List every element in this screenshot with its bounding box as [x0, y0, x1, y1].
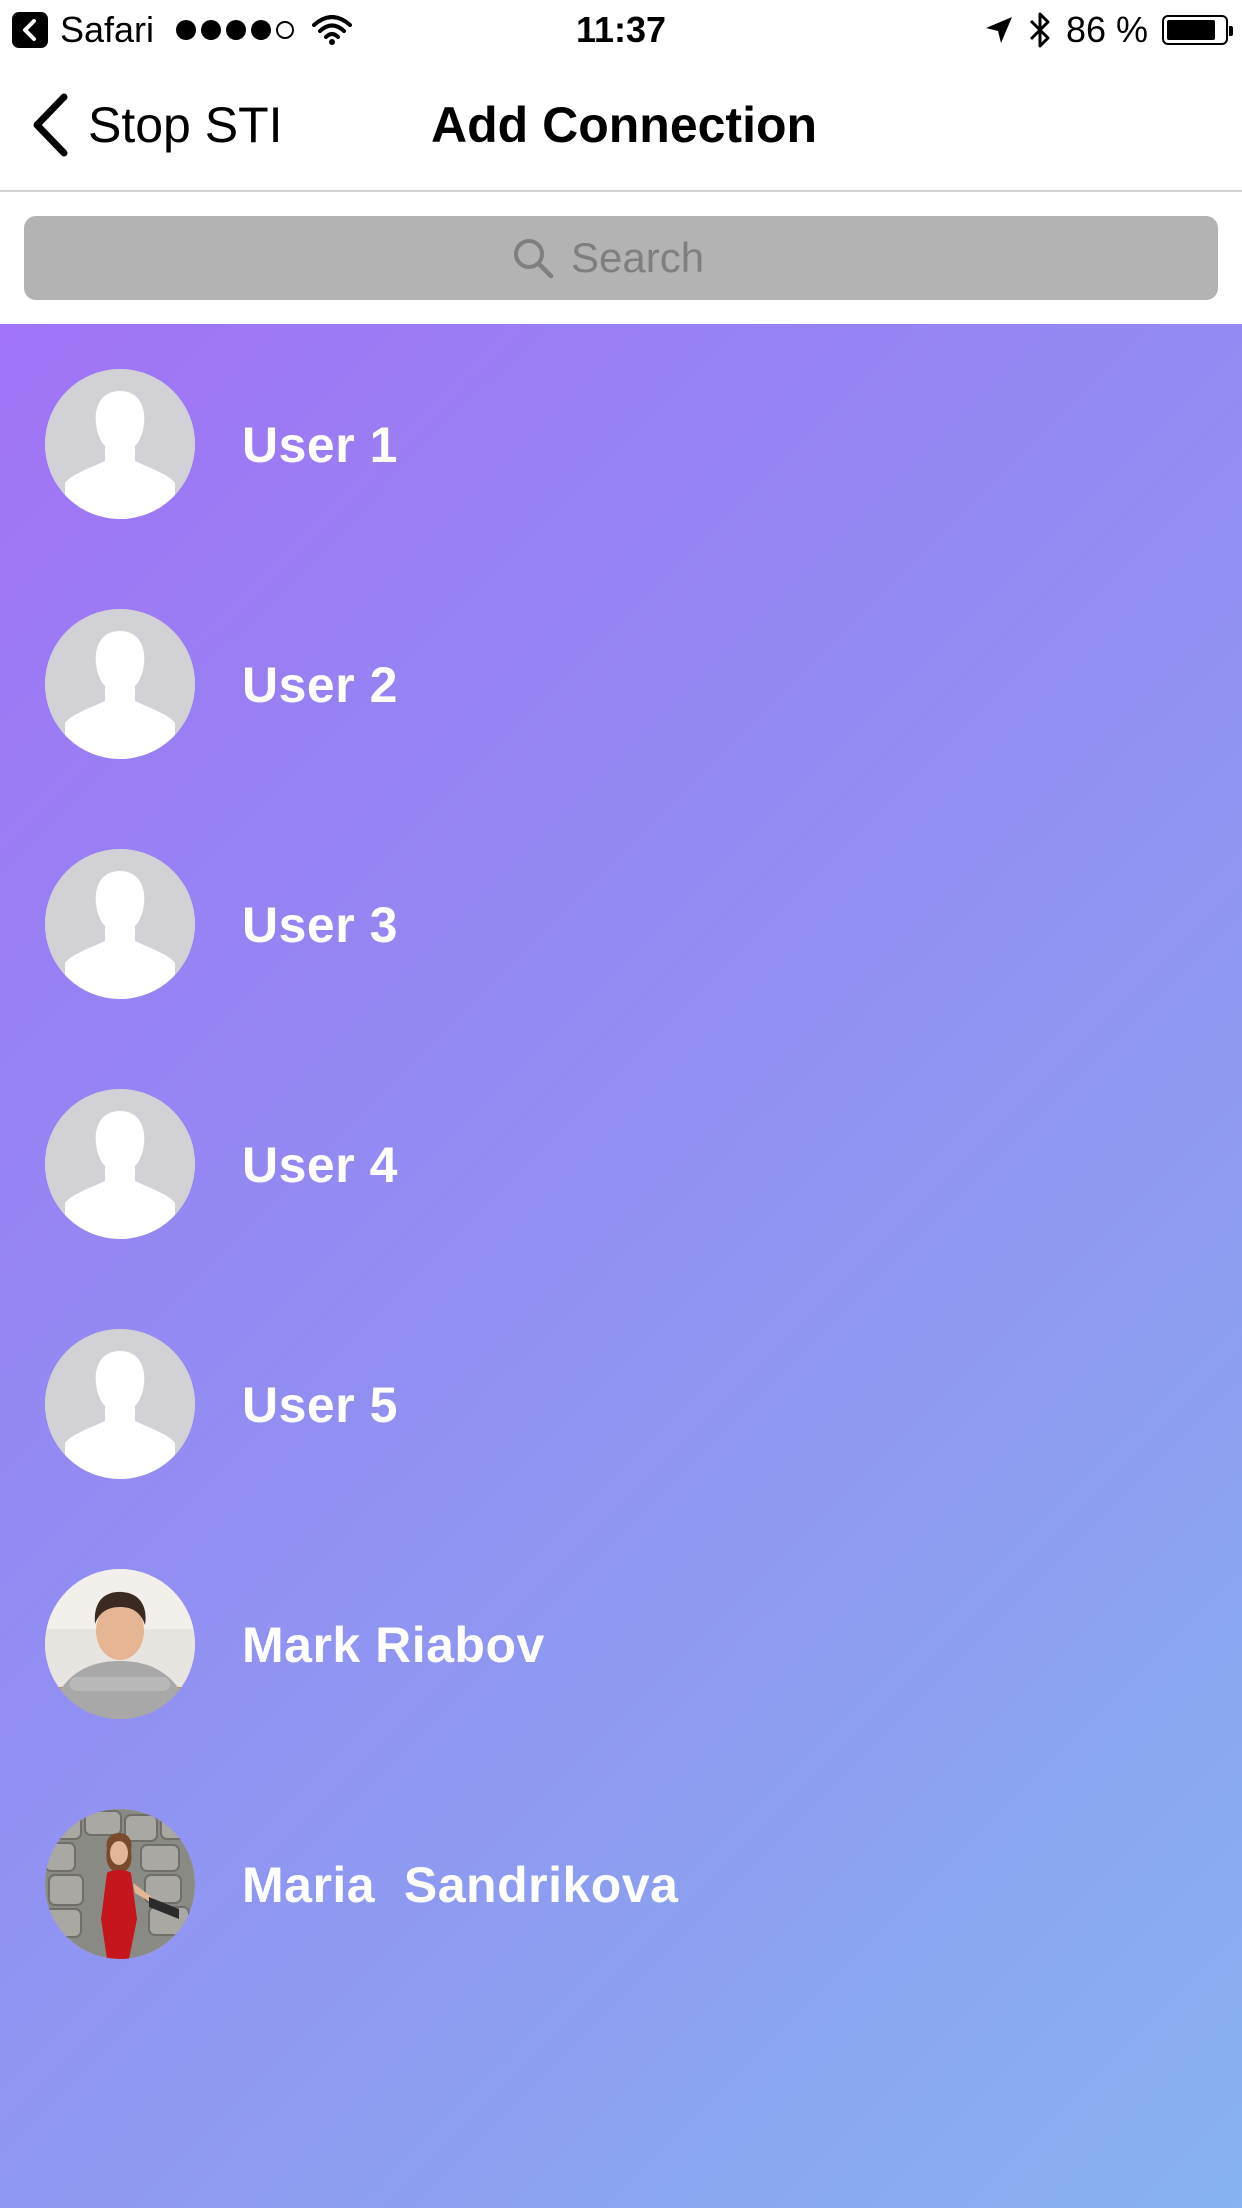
back-button[interactable]: Stop STI: [30, 90, 283, 160]
chevron-left-icon: [30, 92, 70, 158]
list-item-mark-riabov[interactable]: Mark Riabov: [0, 1524, 1242, 1764]
avatar-placeholder-icon: [45, 609, 195, 759]
search-input[interactable]: [571, 234, 731, 282]
user-name: User 3: [242, 897, 398, 953]
list-item-maria-sandrikova[interactable]: Maria Sandrikova: [0, 1764, 1242, 2004]
user-name: User 4: [242, 1137, 398, 1193]
bluetooth-icon: [1028, 11, 1052, 49]
user-name: User 2: [242, 657, 398, 713]
navigation-bar: Stop STI Add Connection: [0, 60, 1242, 192]
location-arrow-icon: [984, 15, 1014, 45]
back-button-label: Stop STI: [88, 97, 283, 153]
avatar-photo: [45, 1569, 195, 1719]
status-bar: Safari 11:37 86 %: [0, 0, 1242, 60]
user-name: Mark Riabov: [242, 1617, 545, 1673]
avatar-photo: [45, 1809, 195, 1959]
connection-list: User 1 User 2 User 3 User 4 User 5 Mark …: [0, 324, 1242, 2208]
user-name: User 1: [242, 417, 398, 473]
battery-percent: 86 %: [1065, 9, 1148, 50]
search-bar[interactable]: [24, 216, 1218, 300]
avatar-placeholder-icon: [45, 1089, 195, 1239]
user-name: User 5: [242, 1377, 398, 1433]
avatar-placeholder-icon: [45, 1329, 195, 1479]
user-name: Maria Sandrikova: [242, 1857, 679, 1913]
avatar-placeholder-icon: [45, 849, 195, 999]
status-right: 86 %: [984, 8, 1233, 52]
list-item-user-5[interactable]: User 5: [0, 1284, 1242, 1524]
list-item-user-2[interactable]: User 2: [0, 564, 1242, 804]
page-title: Add Connection: [431, 97, 818, 153]
search-icon: [511, 236, 555, 280]
search-container: [0, 194, 1242, 324]
battery-icon: [1162, 15, 1233, 45]
list-item-user-3[interactable]: User 3: [0, 804, 1242, 1044]
avatar-placeholder-icon: [45, 369, 195, 519]
list-item-user-1[interactable]: User 1: [0, 324, 1242, 564]
list-item-user-4[interactable]: User 4: [0, 1044, 1242, 1284]
